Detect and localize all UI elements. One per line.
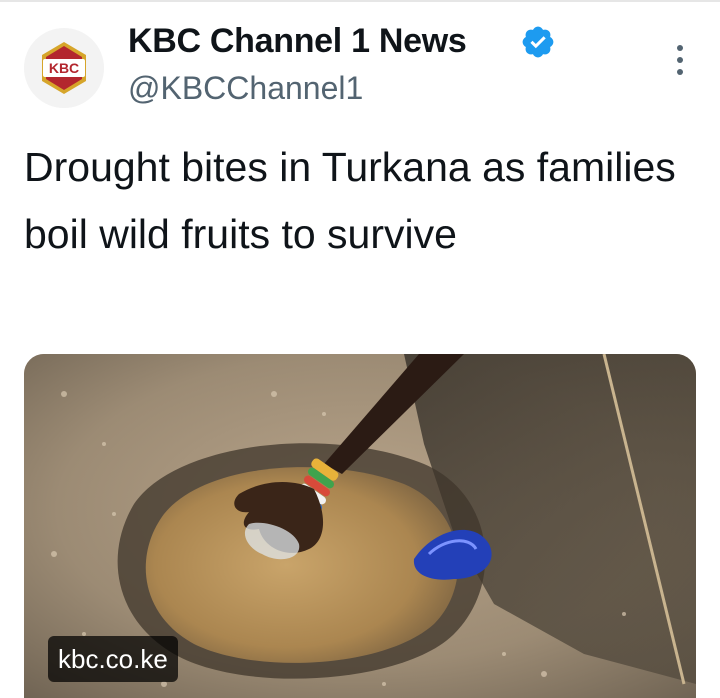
- author-handle[interactable]: @KBCChannel1: [128, 68, 363, 108]
- more-vertical-icon: [677, 45, 683, 75]
- avatar-logo-text: KBC: [49, 60, 79, 76]
- kbc-logo-icon: KBC: [24, 28, 104, 108]
- more-options-button[interactable]: [668, 40, 692, 80]
- link-card-image[interactable]: kbc.co.ke: [24, 354, 696, 698]
- link-domain-badge: kbc.co.ke: [48, 636, 178, 682]
- verified-badge-icon: [522, 26, 554, 58]
- author-name[interactable]: KBC Channel 1 News: [128, 20, 467, 62]
- avatar[interactable]: KBC: [24, 28, 104, 108]
- tweet-text: Drought bites in Turkana as families boi…: [24, 144, 676, 257]
- top-divider: [0, 0, 720, 2]
